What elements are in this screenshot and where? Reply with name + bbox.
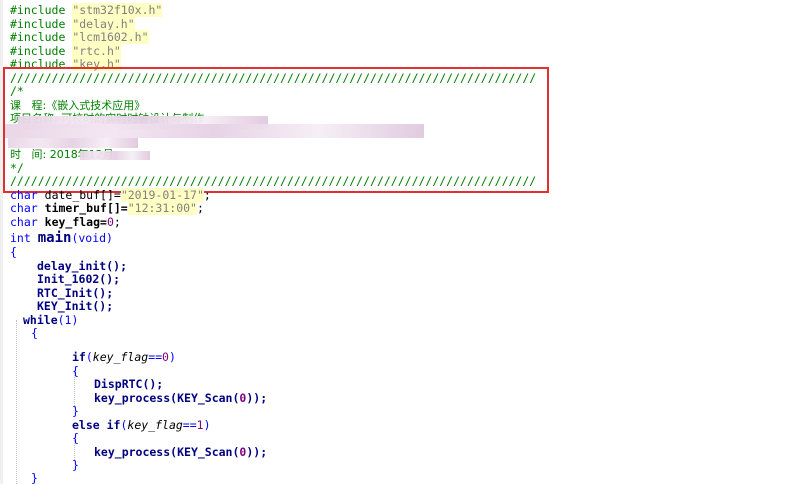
function-call: Init_1602();: [37, 272, 121, 286]
var-name: key_flag=: [44, 214, 107, 229]
paren: ): [203, 417, 211, 432]
if-keyword: if: [72, 350, 86, 364]
include-file: "rtc.h": [72, 43, 121, 58]
function-call: key_process(KEY_Scan(0));: [94, 444, 268, 459]
type-keyword: char: [10, 187, 38, 202]
type-keyword: char: [10, 201, 38, 215]
include-directive: #include: [10, 30, 66, 44]
include-file: "stm32f10x.h": [72, 3, 163, 17]
else-close-brace: }: [72, 458, 79, 472]
function-call: DispRTC();: [94, 377, 164, 391]
function-call: key_process(KEY_Scan(0));: [94, 390, 268, 405]
include-directive: #include: [10, 43, 66, 58]
while-keyword: while: [23, 312, 58, 327]
include-directive: #include: [10, 3, 66, 17]
function-call: delay_init();: [37, 258, 128, 273]
main-signature: int main(void): [10, 231, 113, 246]
global-declaration: char key_flag=0;: [10, 214, 121, 229]
function-args: (void): [71, 231, 113, 245]
function-name: main: [37, 230, 72, 246]
call-part: key_process(: [94, 390, 178, 405]
semicolon: ;: [196, 201, 204, 215]
while-statement: while(1): [23, 312, 79, 327]
call-part: key_process(: [94, 444, 178, 459]
indent-guide: [74, 372, 75, 408]
if-variable: key_flag: [92, 350, 149, 364]
var-name: timer_buf[]=: [44, 201, 128, 215]
else-value: 1: [196, 417, 204, 432]
else-if-statement: else if(key_flag==1): [72, 417, 211, 432]
else-if-keyword: else if: [72, 417, 121, 432]
global-declaration: char timer_buf[]="12:31:00";: [10, 201, 204, 215]
semicolon: ;: [203, 187, 211, 202]
else-variable: key_flag: [127, 417, 183, 432]
highlight-box: [3, 67, 549, 193]
call-part: KEY_Scan(: [177, 390, 240, 405]
call-part: ));: [246, 444, 268, 459]
include-line: #include "lcm1602.h": [10, 30, 149, 44]
global-declaration: char date_buf[]="2019-01-17";: [10, 187, 211, 202]
var-name: date_buf[]=: [44, 187, 121, 202]
operator: ==: [182, 417, 197, 432]
if-value: 0: [162, 350, 169, 364]
include-line: #include "stm32f10x.h": [10, 3, 163, 17]
code-editor[interactable]: #include "stm32f10x.h" #include "delay.h…: [0, 0, 802, 485]
call-part: KEY_Scan(: [177, 444, 240, 459]
return-type: int: [10, 231, 31, 245]
var-value: "12:31:00": [127, 201, 197, 215]
type-keyword: char: [10, 214, 38, 229]
include-directive: #include: [10, 16, 66, 31]
while-close-brace: }: [31, 471, 38, 485]
if-statement: if(key_flag==0): [72, 351, 176, 364]
operator: ==: [148, 350, 163, 364]
paren: ): [168, 350, 176, 364]
indent-guide: [74, 440, 75, 460]
include-file: "delay.h": [72, 16, 135, 31]
var-value: 0: [106, 214, 114, 229]
while-condition: (1): [57, 312, 79, 327]
function-call: KEY_Init();: [37, 299, 114, 313]
open-brace: {: [10, 245, 17, 259]
function-call: RTC_Init();: [37, 285, 114, 300]
semicolon: ;: [113, 214, 121, 229]
include-line: #include "rtc.h": [10, 43, 121, 58]
call-part: ));: [246, 390, 268, 405]
while-open-brace: {: [31, 326, 38, 340]
include-file: "lcm1602.h": [72, 30, 149, 44]
indent-guide: [16, 320, 17, 484]
var-value: "2019-01-17": [120, 187, 204, 202]
include-line: #include "delay.h": [10, 16, 135, 31]
paren: (: [85, 350, 93, 364]
